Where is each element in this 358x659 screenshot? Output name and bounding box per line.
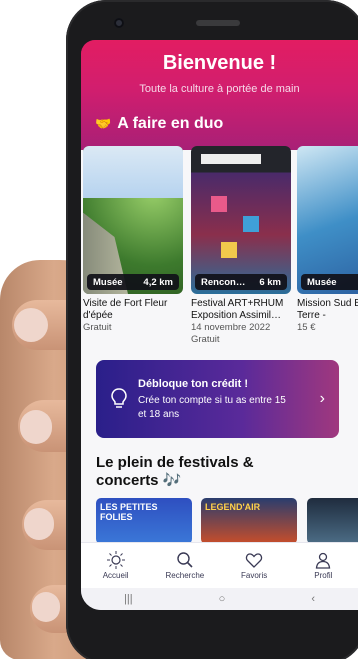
credit-banner[interactable]: Débloque ton crédit ! Crée ton compte si… bbox=[96, 360, 339, 438]
finger-nail-4 bbox=[32, 592, 60, 622]
tab-accueil[interactable]: Accueil bbox=[81, 543, 150, 588]
back-icon[interactable]: ‹ bbox=[311, 593, 315, 605]
recent-apps-icon[interactable]: ||| bbox=[124, 593, 133, 605]
section-duo-title: A faire en duo bbox=[117, 115, 224, 132]
chevron-right-icon: › bbox=[319, 390, 325, 407]
offer-date: 14 novembre 2022 bbox=[191, 322, 271, 333]
offer-title: Mission Sud Basse-Terre - bbox=[297, 298, 358, 321]
page-title: Bienvenue ! bbox=[162, 52, 277, 74]
section-duo-heading: 🤝 A faire en duo bbox=[95, 115, 223, 133]
finger-nail-1 bbox=[14, 308, 48, 342]
search-icon bbox=[177, 552, 193, 568]
credit-title: Débloque ton crédit ! bbox=[138, 378, 248, 390]
home-sun-icon bbox=[106, 551, 125, 569]
home-icon[interactable]: ○ bbox=[219, 593, 226, 605]
finger-nail-2 bbox=[20, 410, 52, 444]
offer-title: Festival ART+RHUM Exposition Assimil… bbox=[191, 298, 284, 321]
festival-card[interactable]: LEGEND'AIR bbox=[201, 498, 297, 544]
section-festivals-title: Le plein de festivals & concerts 🎶 bbox=[96, 454, 254, 489]
offer-category: Musée bbox=[307, 276, 337, 288]
offer-image bbox=[297, 146, 358, 294]
speaker bbox=[196, 20, 240, 26]
tab-recherche[interactable]: Recherche bbox=[150, 543, 219, 588]
offer-title: Visite de Fort Fleur d'épée bbox=[83, 298, 168, 321]
offer-distance: 4,2 km bbox=[143, 276, 173, 288]
camera-icon bbox=[114, 18, 124, 28]
tab-label: Favoris bbox=[241, 571, 268, 580]
festival-label: LES PETITES FOLIES bbox=[100, 502, 158, 522]
tab-favoris[interactable]: Favoris bbox=[220, 543, 289, 588]
app-screen: Bienvenue ! Toute la culture à portée de… bbox=[81, 40, 358, 610]
offer-category: Musée bbox=[93, 276, 123, 288]
offer-badge: Rencon… 6 km bbox=[195, 274, 287, 290]
handshake-icon: 🤝 bbox=[95, 116, 112, 131]
stage: Bienvenue ! Toute la culture à portée de… bbox=[0, 0, 358, 659]
user-icon bbox=[316, 552, 331, 569]
header: Bienvenue ! Toute la culture à portée de… bbox=[81, 40, 358, 160]
tab-bar: Accueil Recherche Favoris Profil bbox=[81, 542, 358, 588]
festival-label: LEGEND'AIR bbox=[205, 502, 261, 512]
duo-carousel: Musée 4,2 km Visite de Fort Fleur d'épée… bbox=[81, 146, 358, 346]
system-nav-bar: ||| ○ ‹ bbox=[81, 588, 358, 610]
credit-text: Crée ton compte si tu as entre 15 et 18 … bbox=[138, 395, 286, 420]
offer-price: Gratuit bbox=[83, 322, 112, 333]
tab-label: Profil bbox=[314, 571, 333, 580]
offer-price: 15 € bbox=[297, 322, 316, 333]
festival-card[interactable] bbox=[307, 498, 358, 544]
offer-image bbox=[191, 146, 291, 294]
festivals-carousel: LES PETITES FOLIES LEGEND'AIR bbox=[81, 498, 358, 548]
tab-label: Recherche bbox=[165, 571, 205, 580]
offer-badge: Musée 4,2 km bbox=[87, 274, 179, 290]
offer-distance: 6 km bbox=[259, 276, 281, 288]
finger-nail-3 bbox=[24, 508, 54, 540]
offer-category: Rencon… bbox=[201, 276, 246, 288]
tab-label: Accueil bbox=[102, 571, 129, 580]
page-subtitle: Toute la culture à portée de main bbox=[139, 83, 300, 95]
offer-image bbox=[83, 146, 183, 294]
offer-price: Gratuit bbox=[191, 334, 220, 345]
tab-profil[interactable]: Profil bbox=[289, 543, 358, 588]
lightbulb-icon bbox=[111, 388, 127, 408]
festival-card[interactable]: LES PETITES FOLIES bbox=[96, 498, 192, 544]
offer-badge: Musée bbox=[301, 274, 358, 290]
heart-icon bbox=[245, 553, 263, 568]
